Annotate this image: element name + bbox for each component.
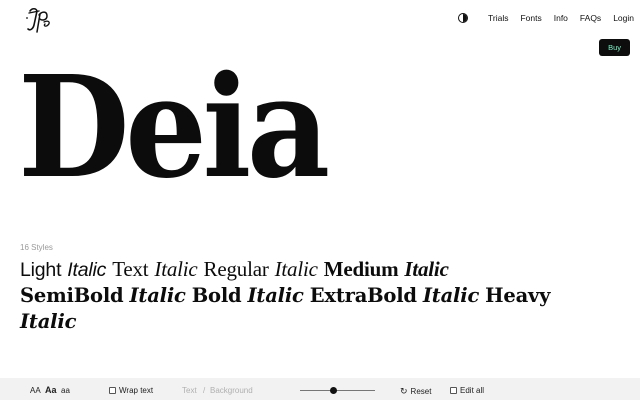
background-color-picker[interactable]: Background (210, 386, 253, 395)
style-text-italic[interactable]: Italic (154, 257, 197, 281)
nav-link-fonts[interactable]: Fonts (520, 13, 541, 23)
font-name-title: Deia (18, 46, 330, 210)
style-regular-italic[interactable]: Italic (275, 257, 318, 281)
style-semibold[interactable]: SemiBold (20, 284, 124, 307)
nav-link-trials[interactable]: Trials (488, 13, 508, 23)
style-heavy-italic[interactable]: Italic (20, 310, 76, 333)
text-color-picker[interactable]: Text (182, 386, 197, 395)
reset-icon: ↻ (400, 386, 408, 396)
edit-all-toggle[interactable]: Edit all (450, 386, 484, 395)
nav-link-login[interactable]: Login (613, 13, 634, 23)
wrap-text-checkbox[interactable] (109, 387, 116, 394)
top-navigation: Trials Fonts Info FAQs Login (458, 13, 634, 23)
type-foundry-logo[interactable] (22, 5, 54, 35)
style-text[interactable]: Text (112, 257, 148, 281)
style-bold[interactable]: Bold (192, 284, 242, 307)
style-light-italic[interactable]: Italic (67, 259, 106, 281)
logo-mark (26, 7, 50, 33)
style-bold-italic[interactable]: Italic (247, 284, 303, 307)
edit-all-checkbox[interactable] (450, 387, 457, 394)
styles-count: 16 Styles (20, 243, 53, 252)
style-regular[interactable]: Regular (204, 257, 269, 281)
style-heavy[interactable]: Heavy (485, 284, 550, 307)
size-option-uppercase[interactable]: AA (30, 386, 41, 395)
buy-button[interactable]: Buy (599, 39, 630, 56)
font-size-slider-thumb[interactable] (330, 387, 338, 394)
style-medium-italic[interactable]: Italic (404, 257, 448, 281)
type-tester-toolbar: AA Aa aa Wrap text Text / Background ↻ Re… (0, 378, 640, 400)
edit-all-label: Edit all (460, 386, 485, 395)
nav-link-faqs[interactable]: FAQs (580, 13, 601, 23)
style-semibold-italic[interactable]: Italic (129, 284, 185, 307)
font-size-slider[interactable] (300, 390, 375, 391)
wrap-text-label: Wrap text (119, 386, 154, 395)
size-option-lowercase[interactable]: aa (61, 386, 70, 395)
style-light[interactable]: Light (20, 259, 61, 281)
contrast-toggle-icon[interactable] (458, 13, 468, 23)
size-option-titlecase[interactable]: Aa (45, 385, 57, 395)
reset-button[interactable]: ↻ Reset (400, 386, 431, 397)
style-medium[interactable]: Medium (324, 257, 399, 281)
style-extrabold[interactable]: ExtraBold (310, 284, 417, 307)
nav-link-info[interactable]: Info (554, 13, 568, 23)
style-list: Light Italic Text Italic Regular Italic … (20, 256, 600, 335)
wrap-text-toggle[interactable]: Wrap text (109, 386, 153, 395)
reset-label: Reset (410, 387, 432, 396)
color-separator: / (203, 386, 206, 395)
style-extrabold-italic[interactable]: Italic (423, 284, 479, 307)
